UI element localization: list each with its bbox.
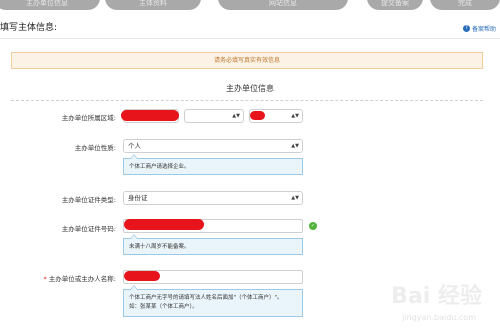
holder-name-label-text: 主办单位或主办人名称: [48, 275, 116, 283]
chevron-down-icon: ▲▼ [291, 195, 299, 201]
step-bar: 主办单位信息 主体资料 网站信息 提交备案 完成 [0, 0, 500, 12]
notice-banner: 请务必填写真实有效信息 [11, 52, 483, 69]
required-mark: * [43, 275, 47, 283]
holder-name-hint-line2: 如：张某某（个体工商户）。 [129, 304, 198, 310]
redaction-mark [124, 219, 204, 230]
cert-type-select[interactable]: 身份证 ▲▼ [123, 191, 303, 205]
step-1: 主办单位信息 [0, 0, 100, 10]
city-select[interactable]: ▲▼ [184, 109, 244, 123]
watermark-url: jingyan.baidu.com [402, 313, 476, 322]
step-2: 主体资料 [105, 0, 201, 10]
nature-select-value: 个人 [128, 142, 141, 150]
nature-hint: 个体工商户请选择企业。 [123, 154, 303, 175]
section-divider [11, 100, 483, 101]
divider [0, 38, 500, 39]
holder-name-hint-line1: 个体工商户无字号的请填写法人姓名后面加"（个体工商户）"。 [129, 295, 283, 301]
chevron-down-icon: ▲▼ [232, 113, 240, 119]
step-3: 网站信息 [218, 0, 348, 10]
region-label: 主办单位所属区域: [61, 114, 116, 122]
redaction-mark [121, 110, 179, 121]
help-icon: ? [462, 25, 470, 32]
step-5: 完成 [430, 0, 500, 10]
chevron-down-icon: ▲▼ [291, 113, 299, 119]
holder-name-label: * 主办单位或主办人名称: [43, 273, 116, 283]
cert-number-hint: 未满十八周岁不能备案。 [123, 234, 303, 255]
chevron-down-icon: ▲▼ [291, 143, 299, 149]
watermark-logo: Bai 经验 [391, 284, 482, 309]
cert-type-label: 主办单位证件类型: [61, 196, 116, 204]
cert-type-select-value: 身份证 [128, 194, 148, 202]
step-4: 提交备案 [367, 0, 423, 10]
redaction-mark [124, 271, 160, 281]
help-link[interactable]: ? 备案帮助 [462, 24, 496, 33]
page-title: 填写主体信息: [0, 23, 58, 33]
help-link-label: 备案帮助 [471, 26, 496, 33]
holder-name-hint: 个体工商户无字号的请填写法人姓名后面加"（个体工商户）"。 如：张某某（个体工商… [123, 285, 303, 317]
section-title: 主办单位信息 [226, 84, 274, 93]
redaction-mark [250, 111, 265, 120]
nature-label: 主办单位性质: [74, 144, 116, 152]
nature-select[interactable]: 个人 ▲▼ [123, 139, 303, 153]
check-icon: ✓ [309, 222, 317, 230]
cert-number-label: 主办单位证件号码: [61, 225, 116, 233]
